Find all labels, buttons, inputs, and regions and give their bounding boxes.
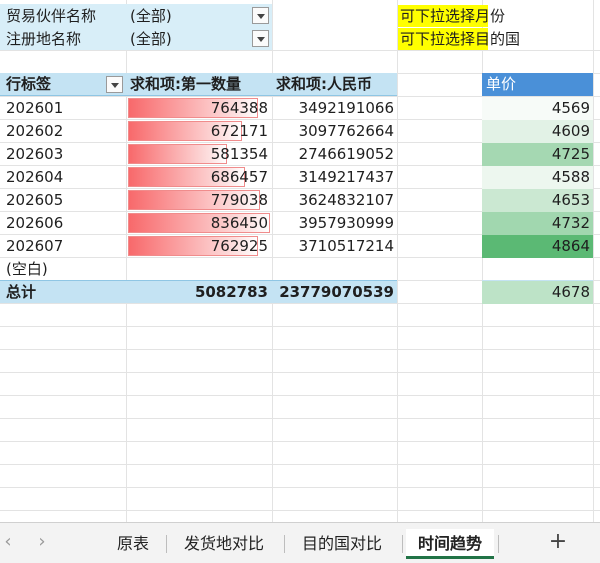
- price-value: 4732: [482, 212, 593, 235]
- price-value: 4653: [482, 189, 593, 212]
- pivot-header-qty: 求和项:第一数量: [130, 75, 241, 93]
- tab-separator: [284, 535, 285, 553]
- rmb-value: 3149217437: [298, 168, 394, 186]
- tab-destination-compare[interactable]: 目的国对比: [290, 529, 394, 559]
- row-label: 202607: [6, 237, 64, 255]
- total-label: 总计: [6, 283, 37, 301]
- grid-line: [0, 372, 600, 373]
- tab-separator: [402, 535, 403, 553]
- filter-label-partner: 贸易伙伴名称: [6, 7, 97, 25]
- row-label: 202602: [6, 122, 64, 140]
- sheet-tab-bar: ‹ › 原表 发货地对比 目的国对比 时间趋势 +: [0, 522, 600, 563]
- rmb-value: 2746619052: [298, 145, 394, 163]
- pivot-header-row-label: 行标签: [6, 75, 52, 93]
- price-value: 4864: [482, 235, 593, 258]
- qty-value: 672171: [210, 122, 268, 140]
- total-qty: 5082783: [194, 283, 268, 301]
- grid-line: [0, 326, 600, 327]
- qty-value: 686457: [210, 168, 268, 186]
- qty-value: 764388: [210, 99, 268, 117]
- grid-line: [397, 0, 398, 522]
- grid-line: [0, 464, 600, 465]
- tab-origin-compare[interactable]: 发货地对比: [172, 529, 276, 559]
- tab-original[interactable]: 原表: [104, 529, 162, 559]
- filter-region-dropdown-icon[interactable]: [252, 30, 269, 47]
- price-value: 4725: [482, 143, 593, 166]
- tab-separator: [498, 535, 499, 553]
- filter-value-partner: (全部): [130, 7, 172, 25]
- grid-line: [0, 487, 600, 488]
- grid-line: [0, 510, 600, 511]
- rmb-value: 3097762664: [298, 122, 394, 140]
- grid-line: [0, 349, 600, 350]
- rmb-value: 3492191066: [298, 99, 394, 117]
- filter-partner-dropdown-icon[interactable]: [252, 7, 269, 24]
- total-rmb: 23779070539: [279, 283, 394, 301]
- rmb-value: 3957930999: [298, 214, 394, 232]
- row-label: 202603: [6, 145, 64, 163]
- row-label: 202604: [6, 168, 64, 186]
- grid-line: [0, 395, 600, 396]
- price-value: 4588: [482, 166, 593, 189]
- row-label: 202601: [6, 99, 64, 117]
- blank-row-label: (空白): [6, 260, 48, 278]
- row-label: 202605: [6, 191, 64, 209]
- rmb-value: 3624832107: [298, 191, 394, 209]
- grid-line: [0, 50, 600, 51]
- qty-value: 762925: [210, 237, 268, 255]
- grid-line: [0, 418, 600, 419]
- qty-value: 836450: [210, 214, 268, 232]
- total-price: 4678: [482, 281, 593, 304]
- hint-month: 可下拉选择月份: [400, 7, 506, 25]
- tab-time-trend[interactable]: 时间趋势: [406, 529, 494, 559]
- grid-line: [0, 441, 600, 442]
- pivot-header-rmb: 求和项:人民币: [276, 75, 372, 93]
- rmb-value: 3710517214: [298, 237, 394, 255]
- tab-separator: [166, 535, 167, 553]
- tab-scroll-left-icon[interactable]: ‹: [0, 531, 18, 552]
- grid-line: [593, 0, 594, 522]
- qty-value: 581354: [210, 145, 268, 163]
- filter-value-region: (全部): [130, 30, 172, 48]
- price-header: 单价: [482, 73, 593, 96]
- add-sheet-icon[interactable]: +: [546, 527, 570, 557]
- row-label: 202606: [6, 214, 64, 232]
- price-value: 4569: [482, 97, 593, 120]
- hint-country: 可下拉选择目的国: [400, 30, 521, 48]
- tab-scroll-right-icon[interactable]: ›: [32, 531, 52, 552]
- spreadsheet-grid[interactable]: 贸易伙伴名称 (全部) 可下拉选择月份 注册地名称 (全部) 可下拉选择目的国 …: [0, 0, 600, 522]
- filter-label-region: 注册地名称: [6, 30, 82, 48]
- qty-value: 779038: [210, 191, 268, 209]
- price-value: 4609: [482, 120, 593, 143]
- row-label-filter-icon[interactable]: [106, 76, 123, 93]
